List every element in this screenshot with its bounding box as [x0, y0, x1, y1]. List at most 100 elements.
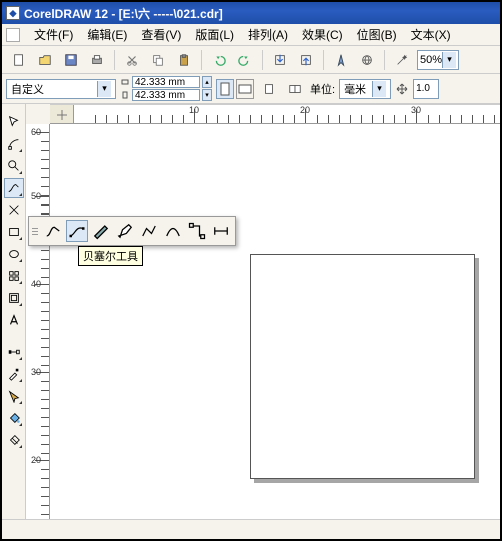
pick-tool[interactable]	[4, 112, 24, 132]
titlebar: ◆ CorelDRAW 12 - [E:\六 -----\021.cdr]	[2, 2, 500, 24]
doc-icon	[6, 28, 20, 42]
title-text: CorelDRAW 12 - [E:\六 -----\021.cdr]	[24, 5, 223, 22]
height-icon	[120, 90, 130, 100]
portrait-button[interactable]	[216, 79, 234, 99]
unit-label: 单位:	[310, 81, 335, 97]
property-bar: 自定义 ▾ 42.333 mm ▴ 42.333 mm ▾ 单位: 毫米 ▾	[2, 74, 500, 104]
interactive-tool[interactable]	[4, 342, 24, 362]
undo-button[interactable]	[208, 49, 230, 71]
ruler-label: 60	[31, 127, 41, 137]
redo-button[interactable]	[234, 49, 256, 71]
chevron-down-icon[interactable]: ▾	[372, 81, 386, 97]
canvas[interactable]	[50, 124, 500, 519]
rectangle-tool[interactable]	[4, 222, 24, 242]
three-point-curve-tool[interactable]	[162, 220, 184, 242]
export-button[interactable]	[295, 49, 317, 71]
page-rect	[250, 254, 475, 479]
menu-bitmaps[interactable]: 位图(B)	[351, 24, 403, 45]
ruler-label: 20	[31, 455, 41, 465]
landscape-button[interactable]	[236, 79, 254, 99]
canvas-wrap: 10203040 605040302010	[26, 104, 500, 519]
nudge-icon	[395, 82, 409, 96]
menu-text[interactable]: 文本(X)	[405, 24, 457, 45]
ruler-corner[interactable]	[50, 105, 74, 124]
eyedropper-tool[interactable]	[4, 364, 24, 384]
smart-draw-tool[interactable]	[4, 200, 24, 220]
open-button[interactable]	[34, 49, 56, 71]
standard-toolbar: 50% ▾	[2, 46, 500, 74]
separator	[384, 50, 385, 70]
paper-size-select[interactable]: 自定义 ▾	[6, 79, 116, 99]
separator	[201, 50, 202, 70]
zoom-select[interactable]: 50% ▾	[417, 50, 459, 70]
cut-button[interactable]	[121, 49, 143, 71]
menu-edit[interactable]: 编辑(E)	[81, 24, 133, 45]
polyline-tool[interactable]	[138, 220, 160, 242]
menu-view[interactable]: 查看(V)	[135, 24, 187, 45]
page-button-2[interactable]	[284, 78, 306, 100]
nudge-field[interactable]: 1.0	[413, 79, 439, 99]
menubar: 文件(F) 编辑(E) 查看(V) 版面(L) 排列(A) 效果(C) 位图(B…	[2, 24, 500, 46]
ruler-label: 50	[31, 191, 41, 201]
shape-tool[interactable]	[4, 134, 24, 154]
app-window: ◆ CorelDRAW 12 - [E:\六 -----\021.cdr] 文件…	[0, 0, 502, 541]
page-height-field[interactable]: 42.333 mm	[132, 89, 200, 101]
ruler-label: 10	[189, 105, 199, 115]
menu-layout[interactable]: 版面(L)	[189, 24, 240, 45]
import-button[interactable]	[269, 49, 291, 71]
orientation-group	[216, 79, 254, 99]
tooltip: 贝塞尔工具	[78, 246, 143, 266]
save-button[interactable]	[60, 49, 82, 71]
artistic-media-tool[interactable]	[90, 220, 112, 242]
workarea: 10203040 605040302010 贝塞尔工具	[2, 104, 500, 519]
basic-shapes-tool[interactable]	[4, 288, 24, 308]
width-icon	[120, 77, 130, 87]
fill-tool[interactable]	[4, 408, 24, 428]
page-button-1[interactable]	[258, 78, 280, 100]
chevron-down-icon[interactable]: ▾	[97, 81, 111, 97]
app-icon: ◆	[6, 6, 20, 20]
corel-online-button[interactable]	[356, 49, 378, 71]
polygon-tool[interactable]	[4, 266, 24, 286]
separator	[323, 50, 324, 70]
unit-select[interactable]: 毫米 ▾	[339, 79, 391, 99]
ruler-label: 30	[31, 367, 41, 377]
chevron-down-icon[interactable]: ▾	[442, 52, 456, 68]
interactive-fill-tool[interactable]	[4, 430, 24, 450]
ellipse-tool[interactable]	[4, 244, 24, 264]
zoom-tool[interactable]	[4, 156, 24, 176]
freehand-tool[interactable]	[42, 220, 64, 242]
statusbar	[2, 519, 500, 539]
outline-tool[interactable]	[4, 386, 24, 406]
curve-tool[interactable]	[4, 178, 24, 198]
separator	[262, 50, 263, 70]
curve-flyout	[28, 216, 236, 246]
dimension-tool[interactable]	[210, 220, 232, 242]
bezier-tool[interactable]	[66, 220, 88, 242]
horizontal-ruler[interactable]: 10203040	[50, 104, 500, 124]
menu-file[interactable]: 文件(F)	[28, 24, 79, 45]
spin-down-icon[interactable]: ▾	[202, 89, 212, 101]
menu-effects[interactable]: 效果(C)	[296, 24, 349, 45]
print-button[interactable]	[86, 49, 108, 71]
page-width-field[interactable]: 42.333 mm	[132, 76, 200, 88]
unit-value: 毫米	[344, 81, 366, 97]
vertical-ruler[interactable]: 605040302010	[26, 124, 50, 519]
text-tool[interactable]	[4, 310, 24, 330]
spin-up-icon[interactable]: ▴	[202, 76, 212, 88]
ruler-label: 30	[411, 105, 421, 115]
paste-button[interactable]	[173, 49, 195, 71]
separator	[114, 50, 115, 70]
ruler-label: 40	[31, 279, 41, 289]
menu-arrange[interactable]: 排列(A)	[242, 24, 294, 45]
toolbox	[2, 104, 26, 519]
copy-button[interactable]	[147, 49, 169, 71]
app-launcher-button[interactable]	[330, 49, 352, 71]
ruler-label: 20	[300, 105, 310, 115]
connector-tool[interactable]	[186, 220, 208, 242]
page-dimensions: 42.333 mm ▴ 42.333 mm ▾	[120, 76, 212, 101]
magic-button[interactable]	[391, 49, 413, 71]
flyout-drag-handle[interactable]	[32, 220, 38, 242]
pen-tool[interactable]	[114, 220, 136, 242]
new-button[interactable]	[8, 49, 30, 71]
